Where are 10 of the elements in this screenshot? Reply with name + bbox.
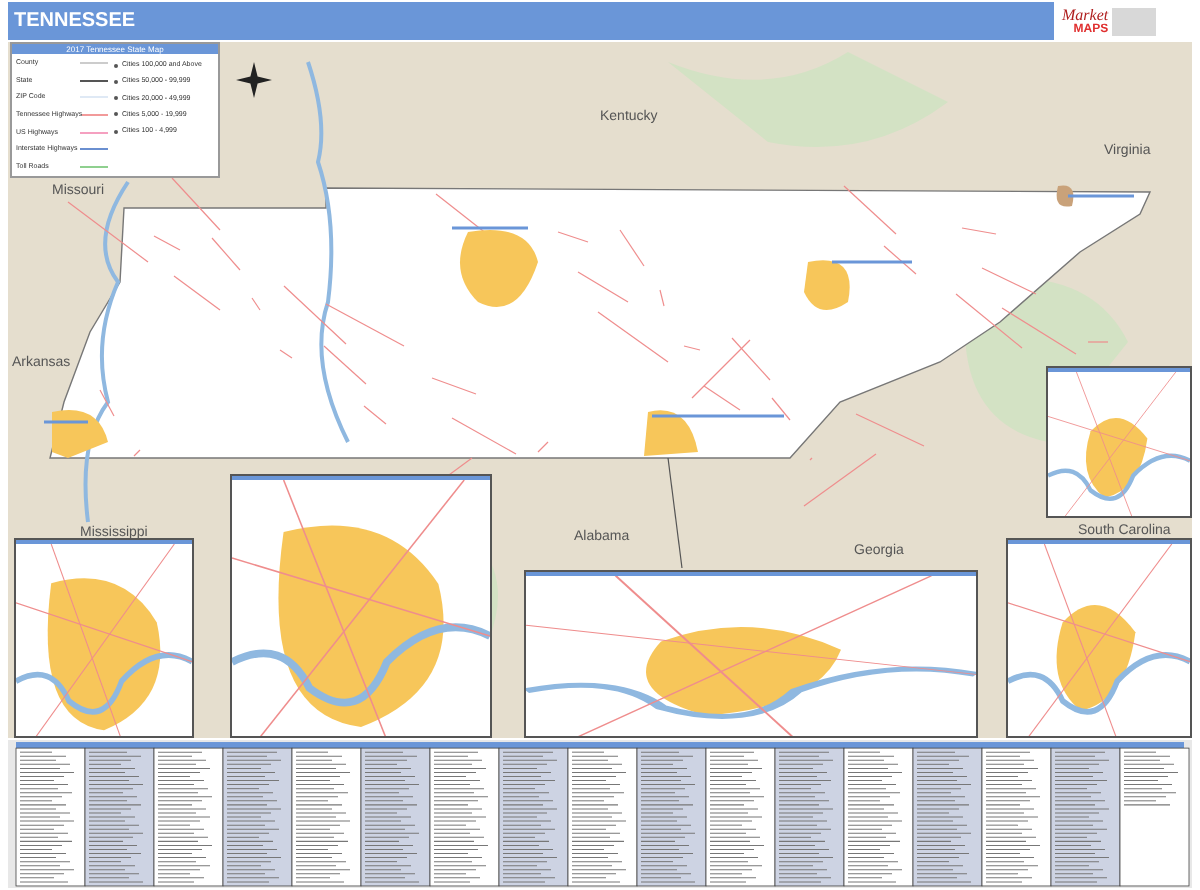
legend-line-icon [80, 79, 108, 82]
legend-line-icon [82, 114, 108, 116]
legend-line-icon [80, 131, 108, 134]
legend-line-icon [80, 62, 108, 65]
map-title: TENNESSEE [14, 8, 136, 36]
legend-line-icon [80, 165, 108, 168]
legend-line-icon [80, 96, 108, 99]
contact-box-drawing [1112, 7, 1157, 35]
compass-rose-icon [236, 62, 272, 98]
legend-line-icon [80, 148, 108, 151]
